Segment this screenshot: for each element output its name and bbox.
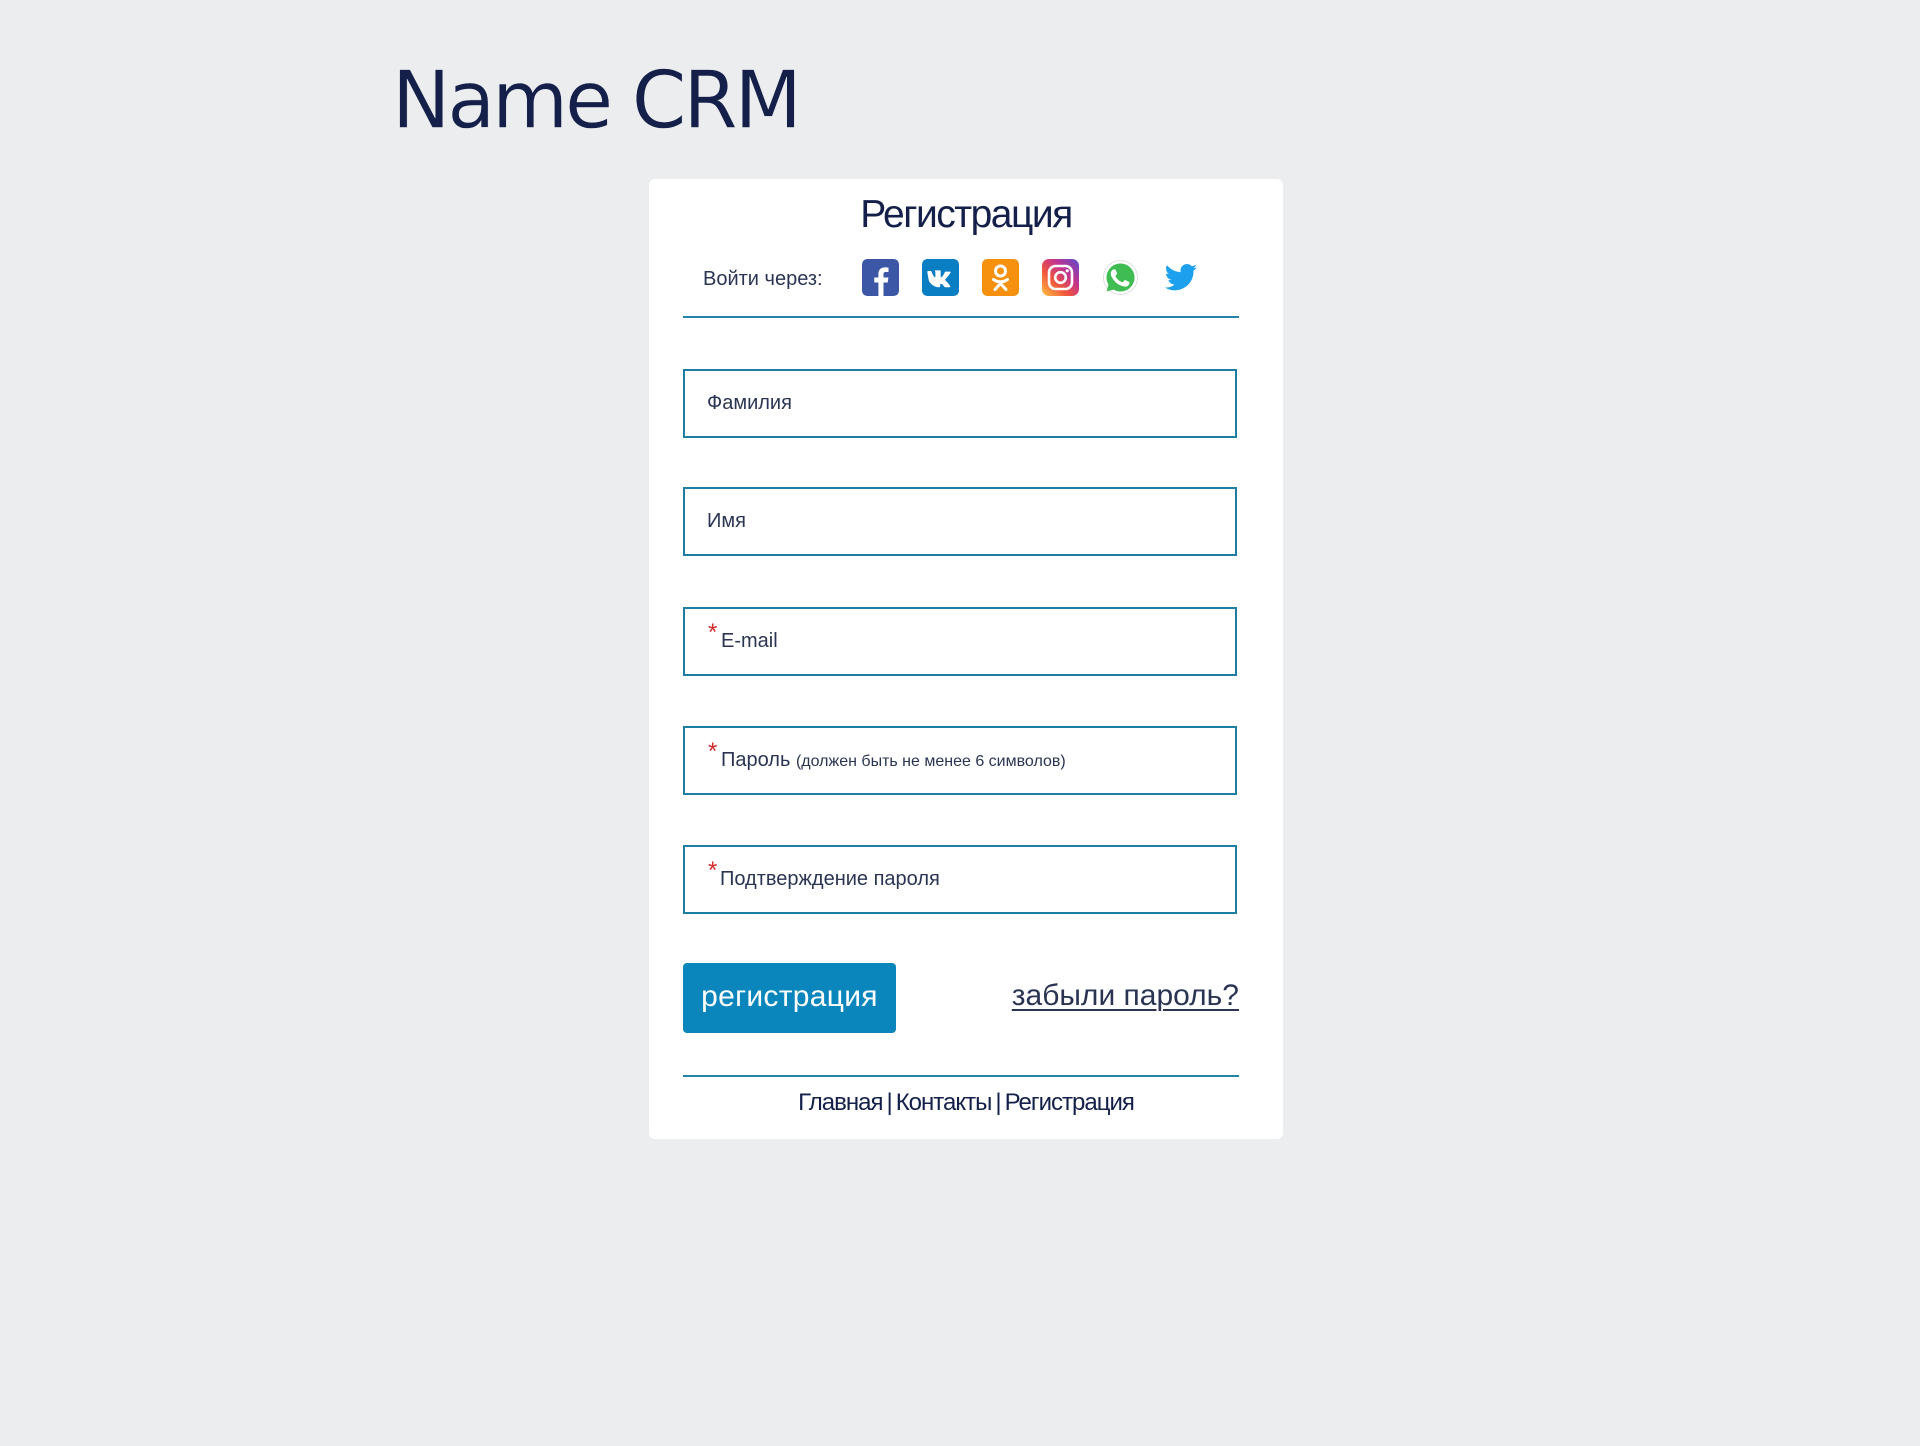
password-label-text: Пароль (721, 749, 791, 771)
password-field[interactable]: * Пароль (должен быть не менее 6 символо… (683, 726, 1237, 795)
page-title: Регистрация (860, 193, 1073, 236)
vk-icon[interactable] (922, 259, 959, 296)
top-divider (683, 316, 1239, 318)
logo[interactable]: Name CRM (392, 61, 802, 141)
social-login-row: Войти через: (703, 259, 1223, 299)
required-marker: * (708, 619, 718, 646)
footer-link-contacts[interactable]: Контакты (896, 1089, 993, 1116)
footer-link-registration[interactable]: Регистрация (1005, 1089, 1135, 1116)
password-label: Пароль (должен быть не менее 6 символов) (721, 748, 1066, 772)
email-label: E-mail (721, 630, 778, 652)
registration-card: Регистрация Войти через: Фамилия Имя * E… (649, 179, 1283, 1139)
footer-separator: | (886, 1089, 892, 1116)
surname-label: Фамилия (707, 392, 792, 414)
bottom-divider (683, 1075, 1239, 1077)
footer-separator: | (995, 1089, 1001, 1116)
password-hint: (должен быть не менее 6 символов) (795, 753, 1066, 770)
forgot-password-link[interactable]: забыли пароль? (1012, 979, 1239, 1013)
email-field[interactable]: * E-mail (683, 607, 1237, 676)
required-marker: * (708, 857, 718, 884)
surname-field[interactable]: Фамилия (683, 369, 1237, 438)
required-marker: * (708, 738, 718, 765)
instagram-icon[interactable] (1042, 259, 1079, 296)
password-confirm-label: Подтверждение пароля (720, 868, 940, 890)
twitter-icon[interactable] (1162, 259, 1199, 296)
social-login-label: Войти через: (703, 268, 823, 290)
name-field[interactable]: Имя (683, 487, 1237, 556)
facebook-icon[interactable] (862, 259, 899, 296)
name-label: Имя (707, 510, 746, 532)
password-confirm-field[interactable]: * Подтверждение пароля (683, 845, 1237, 914)
register-button[interactable]: регистрация (683, 963, 896, 1033)
whatsapp-icon[interactable] (1102, 259, 1139, 296)
odnoklassniki-icon[interactable] (982, 259, 1019, 296)
footer-nav: Главная | Контакты | Регистрация (649, 1089, 1283, 1117)
footer-link-home[interactable]: Главная (798, 1089, 883, 1116)
